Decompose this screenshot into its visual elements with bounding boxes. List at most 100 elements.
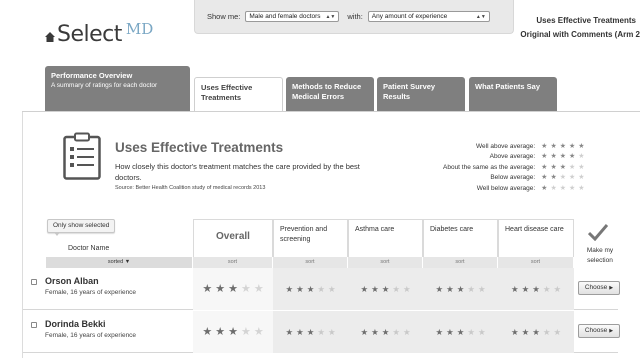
star-icon: ★: [360, 283, 369, 294]
tab-title: Uses Effective Treatments: [201, 83, 253, 102]
row-checkbox[interactable]: [31, 279, 37, 285]
star-icon: ★: [435, 326, 444, 337]
star-icon: ★: [296, 283, 304, 294]
experience-select[interactable]: Any amount of experience ▲▼: [367, 11, 490, 22]
star-icon: ★: [215, 325, 226, 338]
star-icon: ★: [240, 325, 251, 338]
logo[interactable]: Select MD: [45, 20, 153, 47]
column-header-prevention: Prevention and screening: [273, 219, 348, 257]
play-arrow-icon: ▶: [609, 328, 614, 334]
tab-title: Performance Overview: [51, 71, 133, 80]
star-icon: ★: [202, 282, 213, 295]
tab-title: Patient Survey Results: [383, 82, 436, 101]
column-header-diabetes: Diabetes care: [423, 219, 498, 257]
doctor-name[interactable]: Orson Alban: [45, 276, 99, 286]
rating-asthma: ★ ★ ★ ★ ★: [348, 311, 423, 353]
star-icon: ★: [435, 283, 444, 294]
star-icon: ★: [327, 283, 336, 294]
column-header-asthma: Asthma care: [348, 219, 423, 257]
star-icon: ★: [510, 283, 519, 294]
star-icon: ★: [228, 325, 238, 338]
sort-down-icon: ▼: [124, 259, 131, 265]
doctor-name[interactable]: Dorinda Bekki: [45, 319, 106, 329]
page-context: Uses Effective Treatments Original with …: [520, 14, 640, 42]
star-icon: ★: [446, 283, 454, 294]
star-icon: ★: [392, 326, 400, 337]
star-icon: ★: [542, 326, 551, 337]
legend-row: About the same as the average: ★ ★ ★ ★ ★: [443, 162, 593, 173]
home-icon: [45, 32, 55, 42]
star-icon: ★: [521, 283, 530, 294]
star-icon: ★: [510, 326, 519, 337]
show-me-label: Show me:: [207, 12, 241, 21]
star-icon: ★: [392, 283, 400, 294]
legend-row: Well below average: ★ ★ ★ ★ ★: [443, 183, 593, 194]
star-icon: ★: [541, 174, 548, 182]
sort-diabetes-button[interactable]: sort: [423, 257, 498, 268]
choose-button[interactable]: Choose ▶: [578, 324, 620, 338]
tab-what-patients-say[interactable]: What Patients Say: [469, 77, 557, 111]
rating-prevention: ★ ★ ★ ★ ★: [273, 268, 348, 310]
star-icon: ★: [550, 184, 557, 192]
star-icon: ★: [553, 283, 562, 294]
only-show-selected-button[interactable]: Only show selected: [47, 219, 116, 236]
star-icon: ★: [253, 325, 264, 338]
gender-select[interactable]: Male and female doctors ▲▼: [245, 11, 340, 22]
star-icon: ★: [240, 282, 251, 295]
tab-bar: Performance Overview A summary of rating…: [45, 66, 640, 112]
star-icon: ★: [467, 326, 475, 337]
sort-heart-button[interactable]: sort: [498, 257, 574, 268]
star-icon: ★: [578, 184, 585, 192]
star-icon: ★: [253, 282, 264, 295]
row-checkbox[interactable]: [31, 322, 37, 328]
star-icon: ★: [559, 163, 566, 171]
filter-bar: Show me: Male and female doctors ▲▼ with…: [194, 0, 514, 34]
star-icon: ★: [402, 326, 411, 337]
legend-stars: ★ ★ ★ ★ ★: [541, 143, 593, 150]
sort-row: sorted ▼ sort sort sort sort sort: [46, 257, 574, 268]
star-icon: ★: [569, 153, 576, 161]
star-icon: ★: [569, 174, 576, 182]
table-row: Dorinda Bekki Female, 16 years of experie…: [23, 311, 620, 353]
star-icon: ★: [569, 163, 576, 171]
legend-stars: ★ ★ ★ ★ ★: [541, 164, 593, 171]
star-icon: ★: [542, 283, 551, 294]
star-icon: ★: [228, 282, 238, 295]
star-icon: ★: [553, 326, 562, 337]
logo-suffix: MD: [125, 20, 154, 38]
section-source: Source: Better Health Coalition study of…: [115, 185, 266, 191]
tab-methods-reduce-errors[interactable]: Methods to Reduce Medical Errors: [286, 77, 374, 111]
star-legend: Well above average: ★ ★ ★ ★ ★ Above average: ★ ★…: [443, 141, 593, 194]
star-icon: ★: [456, 326, 465, 337]
star-icon: ★: [477, 326, 486, 337]
legend-label: About the same as the average:: [443, 163, 536, 171]
rating-diabetes: ★ ★ ★ ★ ★: [423, 268, 498, 310]
star-icon: ★: [477, 283, 486, 294]
star-icon: ★: [550, 142, 557, 150]
choose-button[interactable]: Choose ▶: [578, 281, 620, 295]
star-icon: ★: [559, 174, 566, 182]
legend-row: Above average: ★ ★ ★ ★ ★: [443, 152, 593, 163]
sort-asthma-button[interactable]: sort: [348, 257, 423, 268]
context-line-2: Original with Comments (Arm 2: [520, 30, 640, 39]
star-icon: ★: [402, 283, 411, 294]
star-icon: ★: [541, 153, 548, 161]
star-icon: ★: [559, 184, 566, 192]
chevron-down-icon: ▲▼: [475, 13, 486, 20]
star-icon: ★: [521, 326, 530, 337]
sort-prevention-button[interactable]: sort: [273, 257, 348, 268]
star-icon: ★: [215, 282, 226, 295]
star-icon: ★: [559, 153, 566, 161]
tab-uses-effective-treatments[interactable]: Uses Effective Treatments: [194, 77, 283, 112]
sorted-name-button[interactable]: sorted ▼: [46, 257, 193, 268]
tab-patient-survey[interactable]: Patient Survey Results: [377, 77, 465, 111]
sort-overall-button[interactable]: sort: [193, 257, 273, 268]
tab-performance-overview[interactable]: Performance Overview A summary of rating…: [45, 66, 190, 111]
legend-label: Above average:: [489, 153, 536, 161]
star-icon: ★: [550, 174, 557, 182]
sorted-label: sorted: [107, 259, 124, 265]
star-icon: ★: [381, 283, 390, 294]
rating-asthma: ★ ★ ★ ★ ★: [348, 268, 423, 310]
legend-label: Below average:: [490, 174, 536, 182]
star-icon: ★: [327, 326, 336, 337]
